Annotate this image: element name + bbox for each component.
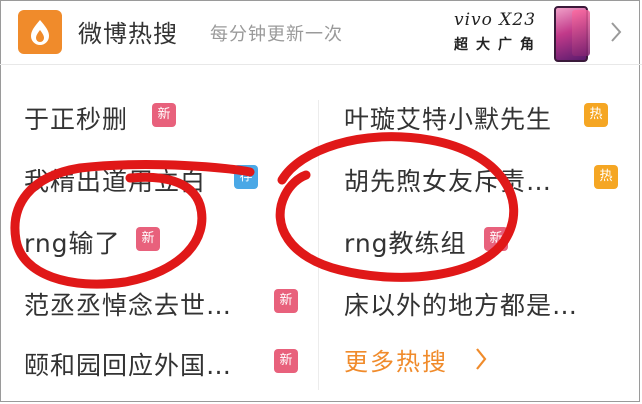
red-circle-annotation bbox=[275, 132, 519, 282]
annotation-layer bbox=[10, 132, 519, 289]
red-circle-annotation bbox=[10, 160, 255, 289]
